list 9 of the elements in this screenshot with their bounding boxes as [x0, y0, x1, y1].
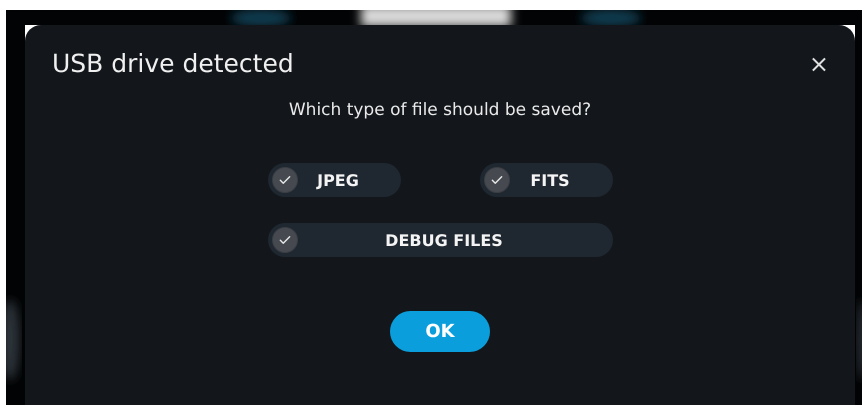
- dialog-title: USB drive detected: [52, 49, 294, 78]
- question-text: Which type of file should be saved?: [288, 100, 592, 120]
- check-icon: [484, 167, 510, 193]
- close-button[interactable]: ×: [804, 52, 833, 76]
- option-toggle[interactable]: FITS: [480, 163, 612, 197]
- option-toggle[interactable]: DEBUG FILES: [268, 223, 612, 257]
- check-icon: [272, 167, 298, 193]
- check-icon: [272, 227, 298, 253]
- option-toggle[interactable]: JPEG: [268, 163, 400, 197]
